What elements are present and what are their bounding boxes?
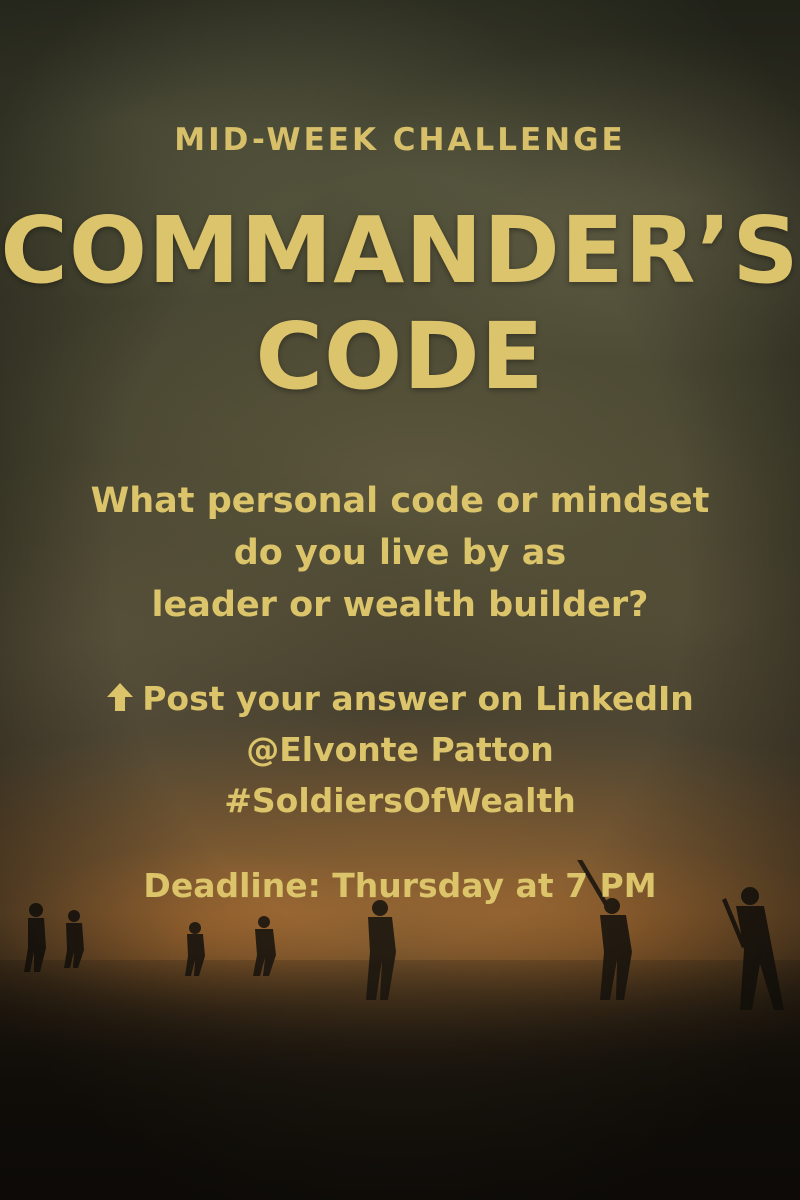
cta-line-1: Post your answer on LinkedIn bbox=[60, 673, 740, 724]
cta-linkedin-text: Post your answer on LinkedIn bbox=[142, 679, 694, 718]
deadline-text: Deadline: Thursday at 7 PM bbox=[143, 866, 657, 905]
eyebrow-label: MID-WEEK CHALLENGE bbox=[174, 122, 626, 158]
question-line-1: What personal code or mindset bbox=[90, 481, 710, 521]
call-to-action: Post your answer on LinkedIn @Elvonte Pa… bbox=[60, 673, 740, 826]
cta-handle: @Elvonte Patton bbox=[246, 730, 554, 769]
question-line-2: do you live by as bbox=[233, 533, 567, 573]
poster-title: COMMANDER’S CODE bbox=[0, 198, 800, 410]
title-line-2: CODE bbox=[255, 303, 545, 410]
challenge-question: What personal code or mindset do you liv… bbox=[80, 475, 720, 631]
question-line-3: leader or wealth builder? bbox=[151, 585, 649, 625]
title-line-1: COMMANDER’S bbox=[0, 197, 800, 304]
up-arrow-icon bbox=[107, 683, 134, 711]
poster-content: MID-WEEK CHALLENGE COMMANDER’S CODE What… bbox=[0, 0, 800, 1200]
cta-hashtag: #SoldiersOfWealth bbox=[224, 781, 576, 820]
poster-background: MID-WEEK CHALLENGE COMMANDER’S CODE What… bbox=[0, 0, 800, 1200]
